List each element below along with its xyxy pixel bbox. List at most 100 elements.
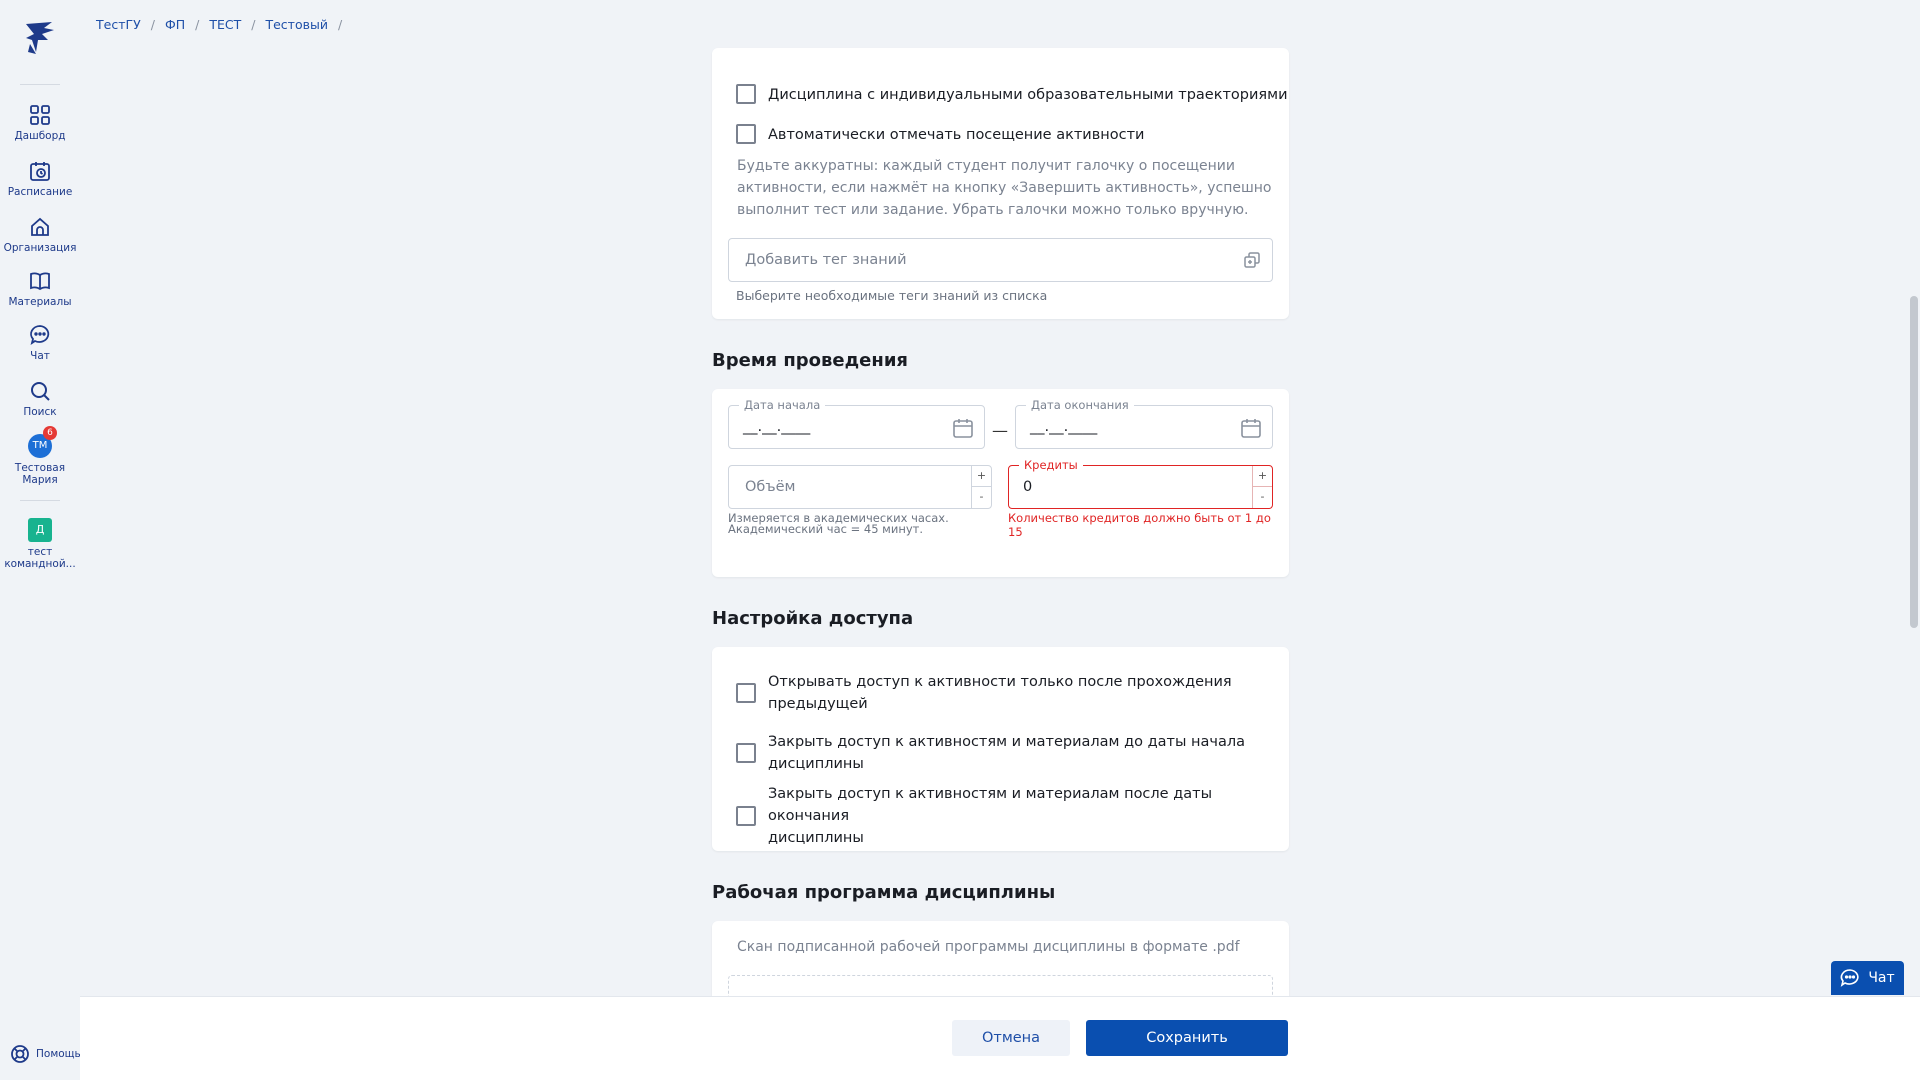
- chat-bubble-icon: [30, 325, 50, 346]
- close-before-start-checkbox[interactable]: Закрыть доступ к активностям и материала…: [736, 731, 1245, 775]
- access-section-title: Настройка доступа: [712, 608, 914, 629]
- book-icon: [30, 272, 50, 291]
- credits-value[interactable]: 0: [1023, 479, 1032, 495]
- user-name-line2: Мария: [22, 474, 58, 486]
- sidebar-divider: [20, 84, 60, 85]
- help-link[interactable]: Помощь: [10, 1044, 81, 1064]
- grid-icon: [30, 105, 50, 125]
- label-line: Закрыть доступ к активностям и материала…: [768, 786, 1213, 824]
- breadcrumb-separator: /: [150, 17, 155, 32]
- help-label: Помощь: [36, 1048, 81, 1060]
- end-date-label: Дата окончания: [1026, 398, 1134, 412]
- sidebar-item-label: Дашборд: [14, 130, 66, 142]
- time-section-title: Время проведения: [712, 350, 908, 371]
- decrement-button[interactable]: -: [972, 487, 991, 508]
- sidebar-item-label: Организация: [3, 242, 77, 254]
- checkbox-box[interactable]: [736, 806, 756, 826]
- auto-attendance-checkbox[interactable]: Автоматически отмечать посещение активно…: [736, 124, 1144, 146]
- breadcrumb-separator: /: [195, 17, 200, 32]
- increment-button[interactable]: +: [1253, 466, 1272, 487]
- checkbox-label: Автоматически отмечать посещение активно…: [768, 127, 1145, 143]
- breadcrumb-item[interactable]: ТестГУ: [96, 17, 141, 32]
- volume-field[interactable]: Объём + -: [728, 465, 992, 509]
- scrollbar-thumb[interactable]: [1910, 296, 1918, 628]
- breadcrumb-item[interactable]: ТЕСТ: [209, 17, 241, 32]
- knowledge-tag-placeholder: Добавить тег знаний: [745, 252, 907, 268]
- calendar-icon[interactable]: [1240, 417, 1262, 439]
- credits-field[interactable]: Кредиты 0 + -: [1008, 458, 1273, 509]
- chat-widget-button[interactable]: Чат: [1831, 961, 1904, 995]
- start-date-label: Дата начала: [739, 398, 826, 412]
- volume-placeholder: Объём: [745, 479, 796, 495]
- checkbox-label: Закрыть доступ к активностям и материала…: [768, 731, 1245, 775]
- knowledge-tag-hint: Выберите необходимые теги знаний из спис…: [736, 288, 1048, 303]
- access-after-previous-checkbox[interactable]: Открывать доступ к активности только пос…: [736, 671, 1232, 715]
- volume-hint-line2: Академический час = 45 минут.: [728, 522, 924, 536]
- end-date-field[interactable]: Дата окончания __.__.____: [1015, 398, 1273, 449]
- user-name-line1: Тестовая: [14, 462, 66, 474]
- calendar-icon[interactable]: [952, 417, 974, 439]
- label-line: Открывать доступ к активности только пос…: [768, 674, 1232, 690]
- breadcrumb: ТестГУ / ФП / ТЕСТ / Тестовый /: [96, 17, 342, 32]
- decrement-button[interactable]: -: [1253, 487, 1272, 508]
- knowledge-tag-input[interactable]: Добавить тег знаний: [728, 238, 1273, 282]
- sidebar-item-chat[interactable]: Чат: [0, 324, 80, 362]
- team-name-line2: командной...: [4, 558, 76, 570]
- access-card: Открывать доступ к активности только пос…: [712, 647, 1289, 851]
- checkbox-box[interactable]: [736, 683, 756, 703]
- sidebar-item-label: Материалы: [8, 296, 72, 308]
- discipline-options-card: Дисциплина с индивидуальными образовател…: [712, 48, 1289, 319]
- notification-badge: 6: [43, 426, 57, 440]
- breadcrumb-item[interactable]: Тестовый: [265, 17, 328, 32]
- date-range-dash: —: [992, 421, 1008, 440]
- cancel-button[interactable]: Отмена: [952, 1020, 1070, 1056]
- sidebar-divider: [20, 500, 60, 501]
- checkbox-label: Дисциплина с индивидуальными образовател…: [768, 87, 1288, 103]
- breadcrumb-separator: /: [337, 17, 343, 32]
- label-line: Закрыть доступ к активностям и материала…: [768, 734, 1245, 750]
- label-line: дисциплины: [768, 830, 864, 846]
- team-name-line1: тест: [27, 546, 53, 558]
- time-card: Дата начала __.__.____ — Дата окончания …: [712, 389, 1289, 577]
- checkbox-box[interactable]: [736, 743, 756, 763]
- sidebar-item-profile[interactable]: ТМ 6 Тестовая Мария: [0, 426, 80, 486]
- start-date-field[interactable]: Дата начала __.__.____: [728, 398, 985, 449]
- sidebar-item-materials[interactable]: Материалы: [0, 270, 80, 308]
- checkbox-label: Открывать доступ к активности только пос…: [768, 671, 1232, 715]
- end-date-value: __.__.____: [1030, 419, 1098, 435]
- calendar-clock-icon: [30, 162, 50, 181]
- checkbox-box[interactable]: [736, 124, 756, 144]
- sidebar-item-team[interactable]: Д тест командной...: [0, 518, 80, 570]
- sidebar: Дашборд Расписание Организация Материалы…: [0, 0, 81, 1080]
- auto-attendance-hint: Будьте аккуратны: каждый студент получит…: [737, 155, 1272, 221]
- individual-trajectories-checkbox[interactable]: Дисциплина с индивидуальными образовател…: [736, 84, 1288, 106]
- program-section-title: Рабочая программа дисциплины: [712, 882, 1056, 903]
- lifebuoy-icon: [11, 1045, 29, 1063]
- increment-button[interactable]: +: [972, 466, 991, 487]
- label-line: дисциплины: [768, 756, 864, 772]
- sidebar-item-search[interactable]: Поиск: [0, 380, 80, 418]
- sidebar-item-schedule[interactable]: Расписание: [0, 160, 80, 198]
- checkbox-box[interactable]: [736, 84, 756, 104]
- sidebar-item-dashboard[interactable]: Дашборд: [0, 104, 80, 142]
- breadcrumb-item[interactable]: ФП: [165, 17, 185, 32]
- sidebar-item-organization[interactable]: Организация: [0, 216, 80, 254]
- close-after-end-checkbox[interactable]: Закрыть доступ к активностям и материала…: [736, 783, 1289, 849]
- team-avatar: Д: [28, 518, 52, 542]
- label-line: предыдущей: [768, 696, 868, 712]
- credits-error-message: Количество кредитов должно быть от 1 до …: [1008, 511, 1271, 539]
- save-button[interactable]: Сохранить: [1086, 1020, 1288, 1056]
- checkbox-label: Закрыть доступ к активностям и материала…: [768, 783, 1289, 849]
- program-upload-hint: Скан подписанной рабочей программы дисци…: [737, 939, 1240, 955]
- sidebar-item-label: Расписание: [7, 186, 73, 198]
- breadcrumb-separator: /: [251, 17, 256, 32]
- university-logo-icon[interactable]: [22, 18, 58, 56]
- copy-select-icon[interactable]: [1242, 250, 1262, 270]
- volume-stepper: + -: [971, 466, 991, 508]
- sidebar-item-label: Поиск: [23, 406, 57, 418]
- chat-widget-label: Чат: [1868, 970, 1895, 986]
- avatar-initials: ТМ: [32, 440, 48, 451]
- sidebar-item-label: Чат: [30, 350, 50, 362]
- start-date-value: __.__.____: [743, 419, 811, 435]
- hint-line: Будьте аккуратны: каждый студент получит…: [737, 158, 1235, 174]
